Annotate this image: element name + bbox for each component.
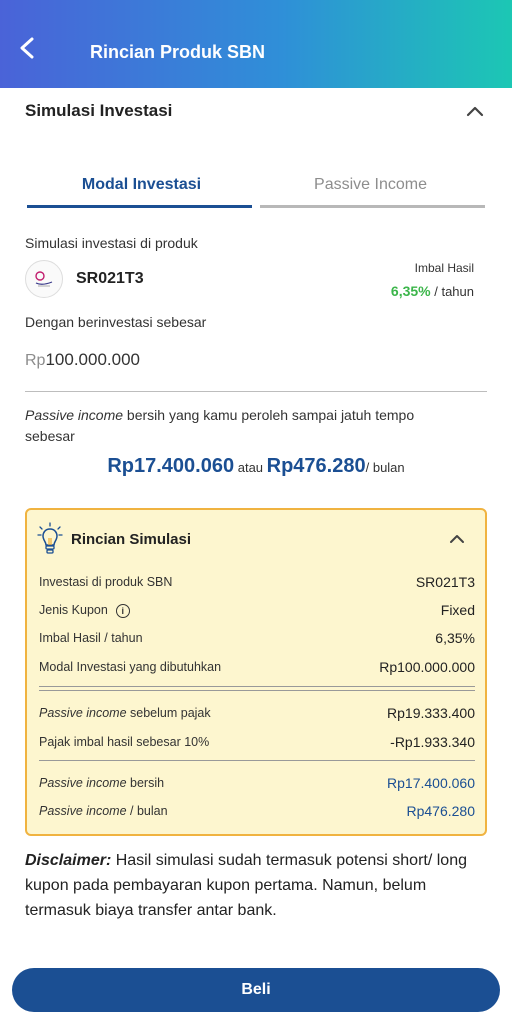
amount-currency: Rp — [25, 352, 46, 369]
info-icon[interactable]: i — [115, 603, 130, 618]
disclaimer-prefix: Disclaimer: — [25, 852, 112, 869]
row-value: SR021T3 — [415, 574, 475, 590]
invest-label: Dengan berinvestasi sebesar — [25, 314, 207, 330]
tab-modal-investasi[interactable]: Modal Investasi — [27, 160, 256, 210]
product-label: Simulasi investasi di produk — [25, 235, 198, 251]
result-summary: Rp17.400.060 atau Rp476.280/ bulan — [0, 455, 512, 478]
product-code: SR021T3 — [76, 270, 144, 287]
tab-label: Modal Investasi — [81, 176, 202, 193]
row-value: Rp19.333.400 — [387, 705, 475, 721]
row-label: Passive income sebelum pajak — [39, 706, 211, 720]
tab-underline — [260, 205, 485, 208]
card-collapse-button[interactable] — [445, 528, 469, 550]
app-header: Rincian Produk SBN — [0, 0, 512, 88]
section-title: Simulasi Investasi — [25, 101, 173, 120]
amount-value: 100.000.000 — [45, 350, 140, 369]
row-label: Investasi di produk SBN — [39, 575, 173, 589]
row-label-text: / bulan — [126, 804, 168, 818]
disclaimer-text: Disclaimer: Hasil simulasi sudah termasu… — [25, 848, 485, 923]
row-value: Rp476.280 — [406, 803, 475, 819]
buy-button[interactable]: Beli — [12, 968, 500, 1012]
detail-row: Imbal Hasil / tahun 6,35% — [39, 628, 475, 648]
chevron-up-icon — [450, 535, 464, 543]
row-label: Pajak imbal hasil sebesar 10% — [39, 735, 210, 749]
tab-bar: Modal Investasi Passive Income — [27, 160, 485, 210]
row-label: Modal Investasi yang dibutuhkan — [39, 660, 222, 674]
row-label-text: sebelum pajak — [126, 706, 211, 720]
passive-income-note: Passive income bersih yang kamu peroleh … — [25, 405, 465, 447]
divider — [39, 686, 475, 687]
row-value: -Rp1.933.340 — [390, 734, 475, 750]
row-label: Imbal Hasil / tahun — [39, 631, 143, 645]
card-title: Rincian Simulasi — [71, 531, 192, 548]
row-label-text: bersih — [126, 776, 165, 790]
divider — [39, 690, 475, 691]
section-collapse-button[interactable] — [462, 100, 488, 122]
result-unit: / bulan — [365, 460, 405, 475]
arrow-left-icon — [20, 37, 34, 59]
page-title: Rincian Produk SBN — [90, 42, 266, 62]
row-value: Rp17.400.060 — [387, 775, 475, 791]
product-logo — [25, 260, 63, 298]
detail-row: Investasi di produk SBN SR021T3 — [39, 572, 475, 592]
tab-passive-income[interactable]: Passive Income — [256, 160, 485, 210]
detail-row: Jenis Kupon i Fixed — [39, 600, 475, 620]
row-label-text: Jenis Kupon — [39, 602, 108, 617]
row-label-italic: Passive income — [39, 706, 127, 720]
row-label: Passive income bersih — [39, 776, 164, 790]
result-monthly: Rp476.280 — [266, 455, 366, 477]
yield-value: 6,35% / tahun — [391, 283, 474, 299]
tab-label: Passive Income — [314, 176, 427, 193]
detail-row: Passive income / bulan Rp476.280 — [39, 801, 475, 821]
detail-row: Modal Investasi yang dibutuhkan Rp100.00… — [39, 657, 475, 677]
sbn-logo-icon — [35, 271, 53, 287]
yield-unit: / tahun — [434, 284, 474, 299]
note-italic: Passive income — [25, 407, 124, 423]
yield-label: Imbal Hasil — [414, 261, 474, 275]
chevron-up-icon — [466, 106, 484, 117]
divider — [39, 760, 475, 761]
detail-row: Pajak imbal hasil sebesar 10% -Rp1.933.3… — [39, 732, 475, 752]
row-label-italic: Passive income — [39, 804, 127, 818]
result-or: atau — [234, 460, 267, 475]
yield-percent: 6,35% — [390, 283, 431, 299]
tab-underline — [27, 205, 252, 208]
amount-input[interactable]: Rp100.000.000 — [25, 350, 487, 392]
row-value: Rp100.000.000 — [379, 659, 475, 675]
detail-row: Passive income sebelum pajak Rp19.333.40… — [39, 703, 475, 723]
row-value: 6,35% — [435, 630, 475, 646]
detail-row: Passive income bersih Rp17.400.060 — [39, 773, 475, 793]
lightbulb-icon — [37, 522, 63, 554]
simulation-detail-card: Rincian Simulasi Investasi di produk SBN… — [25, 508, 487, 836]
row-label: Jenis Kupon i — [39, 603, 130, 618]
row-value: Fixed — [440, 602, 475, 618]
result-total: Rp17.400.060 — [107, 455, 235, 477]
row-label: Passive income / bulan — [39, 804, 168, 818]
back-button[interactable] — [14, 34, 42, 62]
row-label-italic: Passive income — [39, 776, 127, 790]
